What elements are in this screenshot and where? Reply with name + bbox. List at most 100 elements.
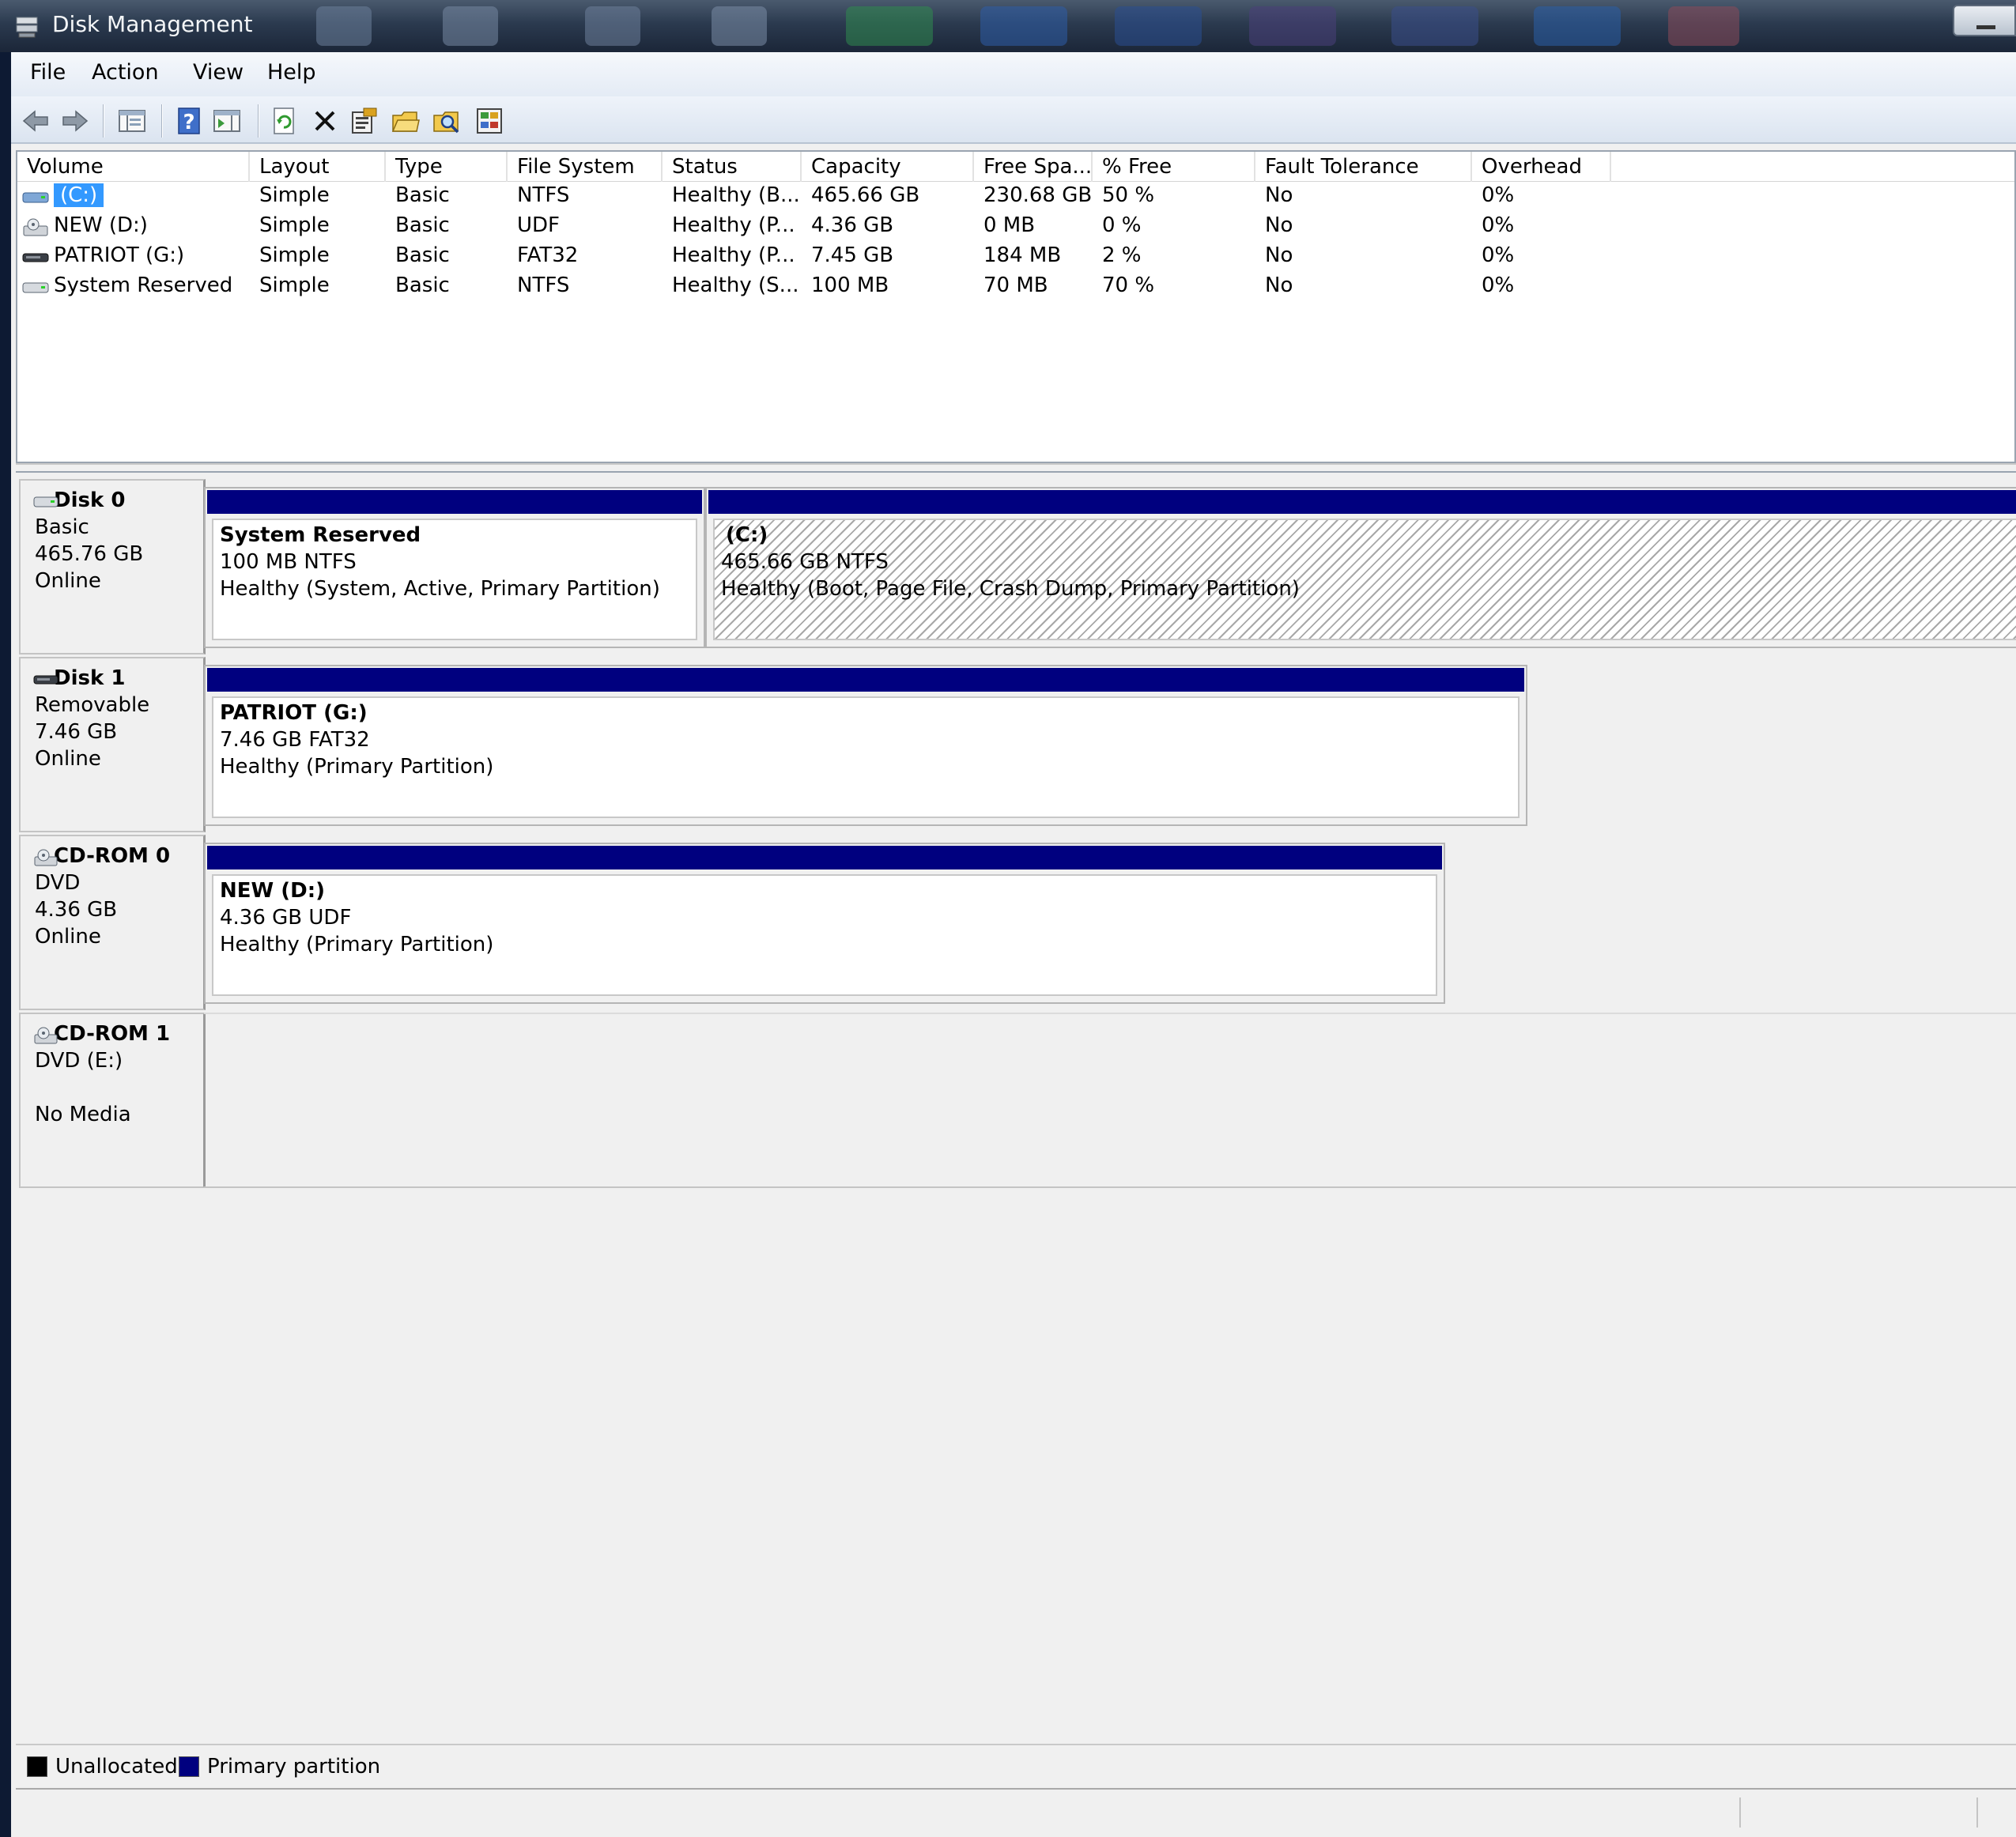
menu-view[interactable]: View: [183, 60, 253, 85]
layout-cell: Simple: [259, 243, 330, 267]
partition-title: PATRIOT (G:): [220, 701, 368, 725]
column-header-fault-tolerance[interactable]: Fault Tolerance: [1255, 152, 1472, 182]
volume-list: Volume Layout Type File System Status Ca…: [16, 150, 2016, 463]
empty-disk-area: [204, 1013, 2016, 1188]
overhead-cell: 0%: [1482, 243, 1515, 267]
menu-bar: File Action View Help: [11, 52, 2016, 96]
fault-tolerance-cell: No: [1265, 183, 1293, 207]
help-icon[interactable]: ?: [174, 106, 204, 136]
column-header-type[interactable]: Type: [386, 152, 508, 182]
delete-icon[interactable]: [310, 106, 340, 136]
status-pane: [1976, 1797, 1978, 1828]
type-cell: Basic: [395, 243, 450, 267]
column-header-capacity[interactable]: Capacity: [802, 152, 974, 182]
partition-system-reserved[interactable]: System Reserved 100 MB NTFS Healthy (Sys…: [204, 487, 705, 648]
disk-management-app-icon: [16, 17, 38, 38]
partition-size: 7.46 GB FAT32: [220, 728, 370, 752]
volume-row[interactable]: System Reserved Simple Basic NTFS Health…: [17, 272, 2014, 302]
background-blur: [1391, 6, 1478, 46]
refresh-icon[interactable]: [269, 106, 299, 136]
capacity-cell: 100 MB: [811, 273, 889, 297]
status-bar: [16, 1788, 2016, 1832]
partition-c[interactable]: (C:) 465.66 GB NTFS Healthy (Boot, Page …: [705, 487, 2016, 648]
column-header-free-space[interactable]: Free Spa...: [974, 152, 1093, 182]
partition-title: NEW (D:): [220, 879, 325, 903]
fault-tolerance-cell: No: [1265, 213, 1293, 237]
column-header-percent-free[interactable]: % Free: [1093, 152, 1255, 182]
title-bar[interactable]: Disk Management: [0, 0, 2016, 52]
rescan-disks-icon[interactable]: [474, 106, 504, 136]
minimize-button[interactable]: [1953, 5, 2016, 36]
legend: Unallocated Primary partition: [16, 1744, 2016, 1788]
partition-new-d[interactable]: NEW (D:) 4.36 GB UDF Healthy (Primary Pa…: [204, 843, 1445, 1004]
column-header-layout[interactable]: Layout: [250, 152, 386, 182]
partition-details: (C:) 465.66 GB NTFS Healthy (Boot, Page …: [713, 519, 2016, 640]
disk-info[interactable]: Disk 1 Removable 7.46 GB Online: [19, 657, 206, 832]
status-pane: [1739, 1797, 1741, 1828]
menu-action[interactable]: Action: [82, 60, 168, 85]
overhead-cell: 0%: [1482, 273, 1515, 297]
file-system-cell: NTFS: [517, 183, 570, 207]
partition-patriot-g[interactable]: PATRIOT (G:) 7.46 GB FAT32 Healthy (Prim…: [204, 665, 1527, 826]
background-blur: [585, 6, 640, 46]
partition-size: 4.36 GB UDF: [220, 906, 352, 930]
disk-size: 465.76 GB: [35, 542, 144, 566]
free-space-cell: 70 MB: [983, 273, 1048, 297]
column-header-status[interactable]: Status: [663, 152, 802, 182]
background-blur: [1534, 6, 1621, 46]
status-cell: Healthy (S...: [672, 273, 799, 297]
type-cell: Basic: [395, 273, 450, 297]
volume-row[interactable]: NEW (D:) Simple Basic UDF Healthy (P... …: [17, 212, 2014, 242]
disk-info[interactable]: CD-ROM 1 DVD (E:) No Media: [19, 1013, 206, 1188]
removable-drive-icon: [33, 675, 59, 685]
volume-name: System Reserved: [54, 273, 233, 297]
window-title: Disk Management: [52, 11, 253, 37]
disk-info[interactable]: CD-ROM 0 DVD 4.36 GB Online: [19, 835, 206, 1010]
show-hide-action-pane-icon[interactable]: [212, 106, 242, 136]
hard-disk-icon: [33, 496, 59, 507]
list-header: Volume Layout Type File System Status Ca…: [17, 152, 2014, 182]
background-blur: [316, 6, 372, 46]
partition-status: Healthy (Primary Partition): [220, 755, 494, 779]
open-icon[interactable]: [391, 106, 421, 136]
disk-status: No Media: [35, 1103, 131, 1126]
show-hide-console-tree-icon[interactable]: [117, 106, 147, 136]
file-system-cell: NTFS: [517, 273, 570, 297]
back-icon[interactable]: [21, 106, 51, 136]
column-header-overhead[interactable]: Overhead: [1472, 152, 1611, 182]
cd-drive-icon: [34, 1027, 58, 1044]
column-header-volume[interactable]: Volume: [17, 152, 250, 182]
pane-splitter[interactable]: [16, 463, 2016, 473]
layout-cell: Simple: [259, 213, 330, 237]
disk-name: Disk 0: [54, 488, 126, 512]
layout-cell: Simple: [259, 273, 330, 297]
explore-icon[interactable]: [432, 106, 462, 136]
file-system-cell: UDF: [517, 213, 561, 237]
background-blur: [712, 6, 767, 46]
type-cell: Basic: [395, 213, 450, 237]
toolbar-separator: [258, 104, 259, 138]
volume-row[interactable]: PATRIOT (G:) Simple Basic FAT32 Healthy …: [17, 242, 2014, 272]
partition-status: Healthy (Primary Partition): [220, 933, 494, 956]
capacity-cell: 465.66 GB: [811, 183, 920, 207]
volume-row[interactable]: (C:) Simple Basic NTFS Healthy (B... 465…: [17, 182, 2014, 212]
capacity-cell: 7.45 GB: [811, 243, 894, 267]
background-blur: [846, 6, 933, 46]
primary-partition-bar: [708, 490, 2016, 514]
disk-type: Removable: [35, 693, 150, 717]
disk-row-cd-rom-1: CD-ROM 1 DVD (E:) No Media: [16, 1013, 2016, 1188]
forward-icon[interactable]: [60, 106, 90, 136]
menu-file[interactable]: File: [21, 60, 75, 85]
column-header-file-system[interactable]: File System: [508, 152, 663, 182]
disk-view: Disk 0 Basic 465.76 GB Online System Res…: [16, 473, 2016, 1737]
percent-free-cell: 2 %: [1102, 243, 1142, 267]
svg-text:?: ?: [183, 111, 194, 134]
disk-name: CD-ROM 0: [54, 844, 171, 868]
percent-free-cell: 70 %: [1102, 273, 1155, 297]
primary-partition-bar: [207, 490, 702, 514]
menu-help[interactable]: Help: [258, 60, 326, 85]
properties-icon[interactable]: [349, 106, 379, 136]
disk-info[interactable]: Disk 0 Basic 465.76 GB Online: [19, 479, 206, 654]
disk-status: Online: [35, 925, 101, 949]
partition-status: Healthy (Boot, Page File, Crash Dump, Pr…: [721, 577, 1300, 601]
